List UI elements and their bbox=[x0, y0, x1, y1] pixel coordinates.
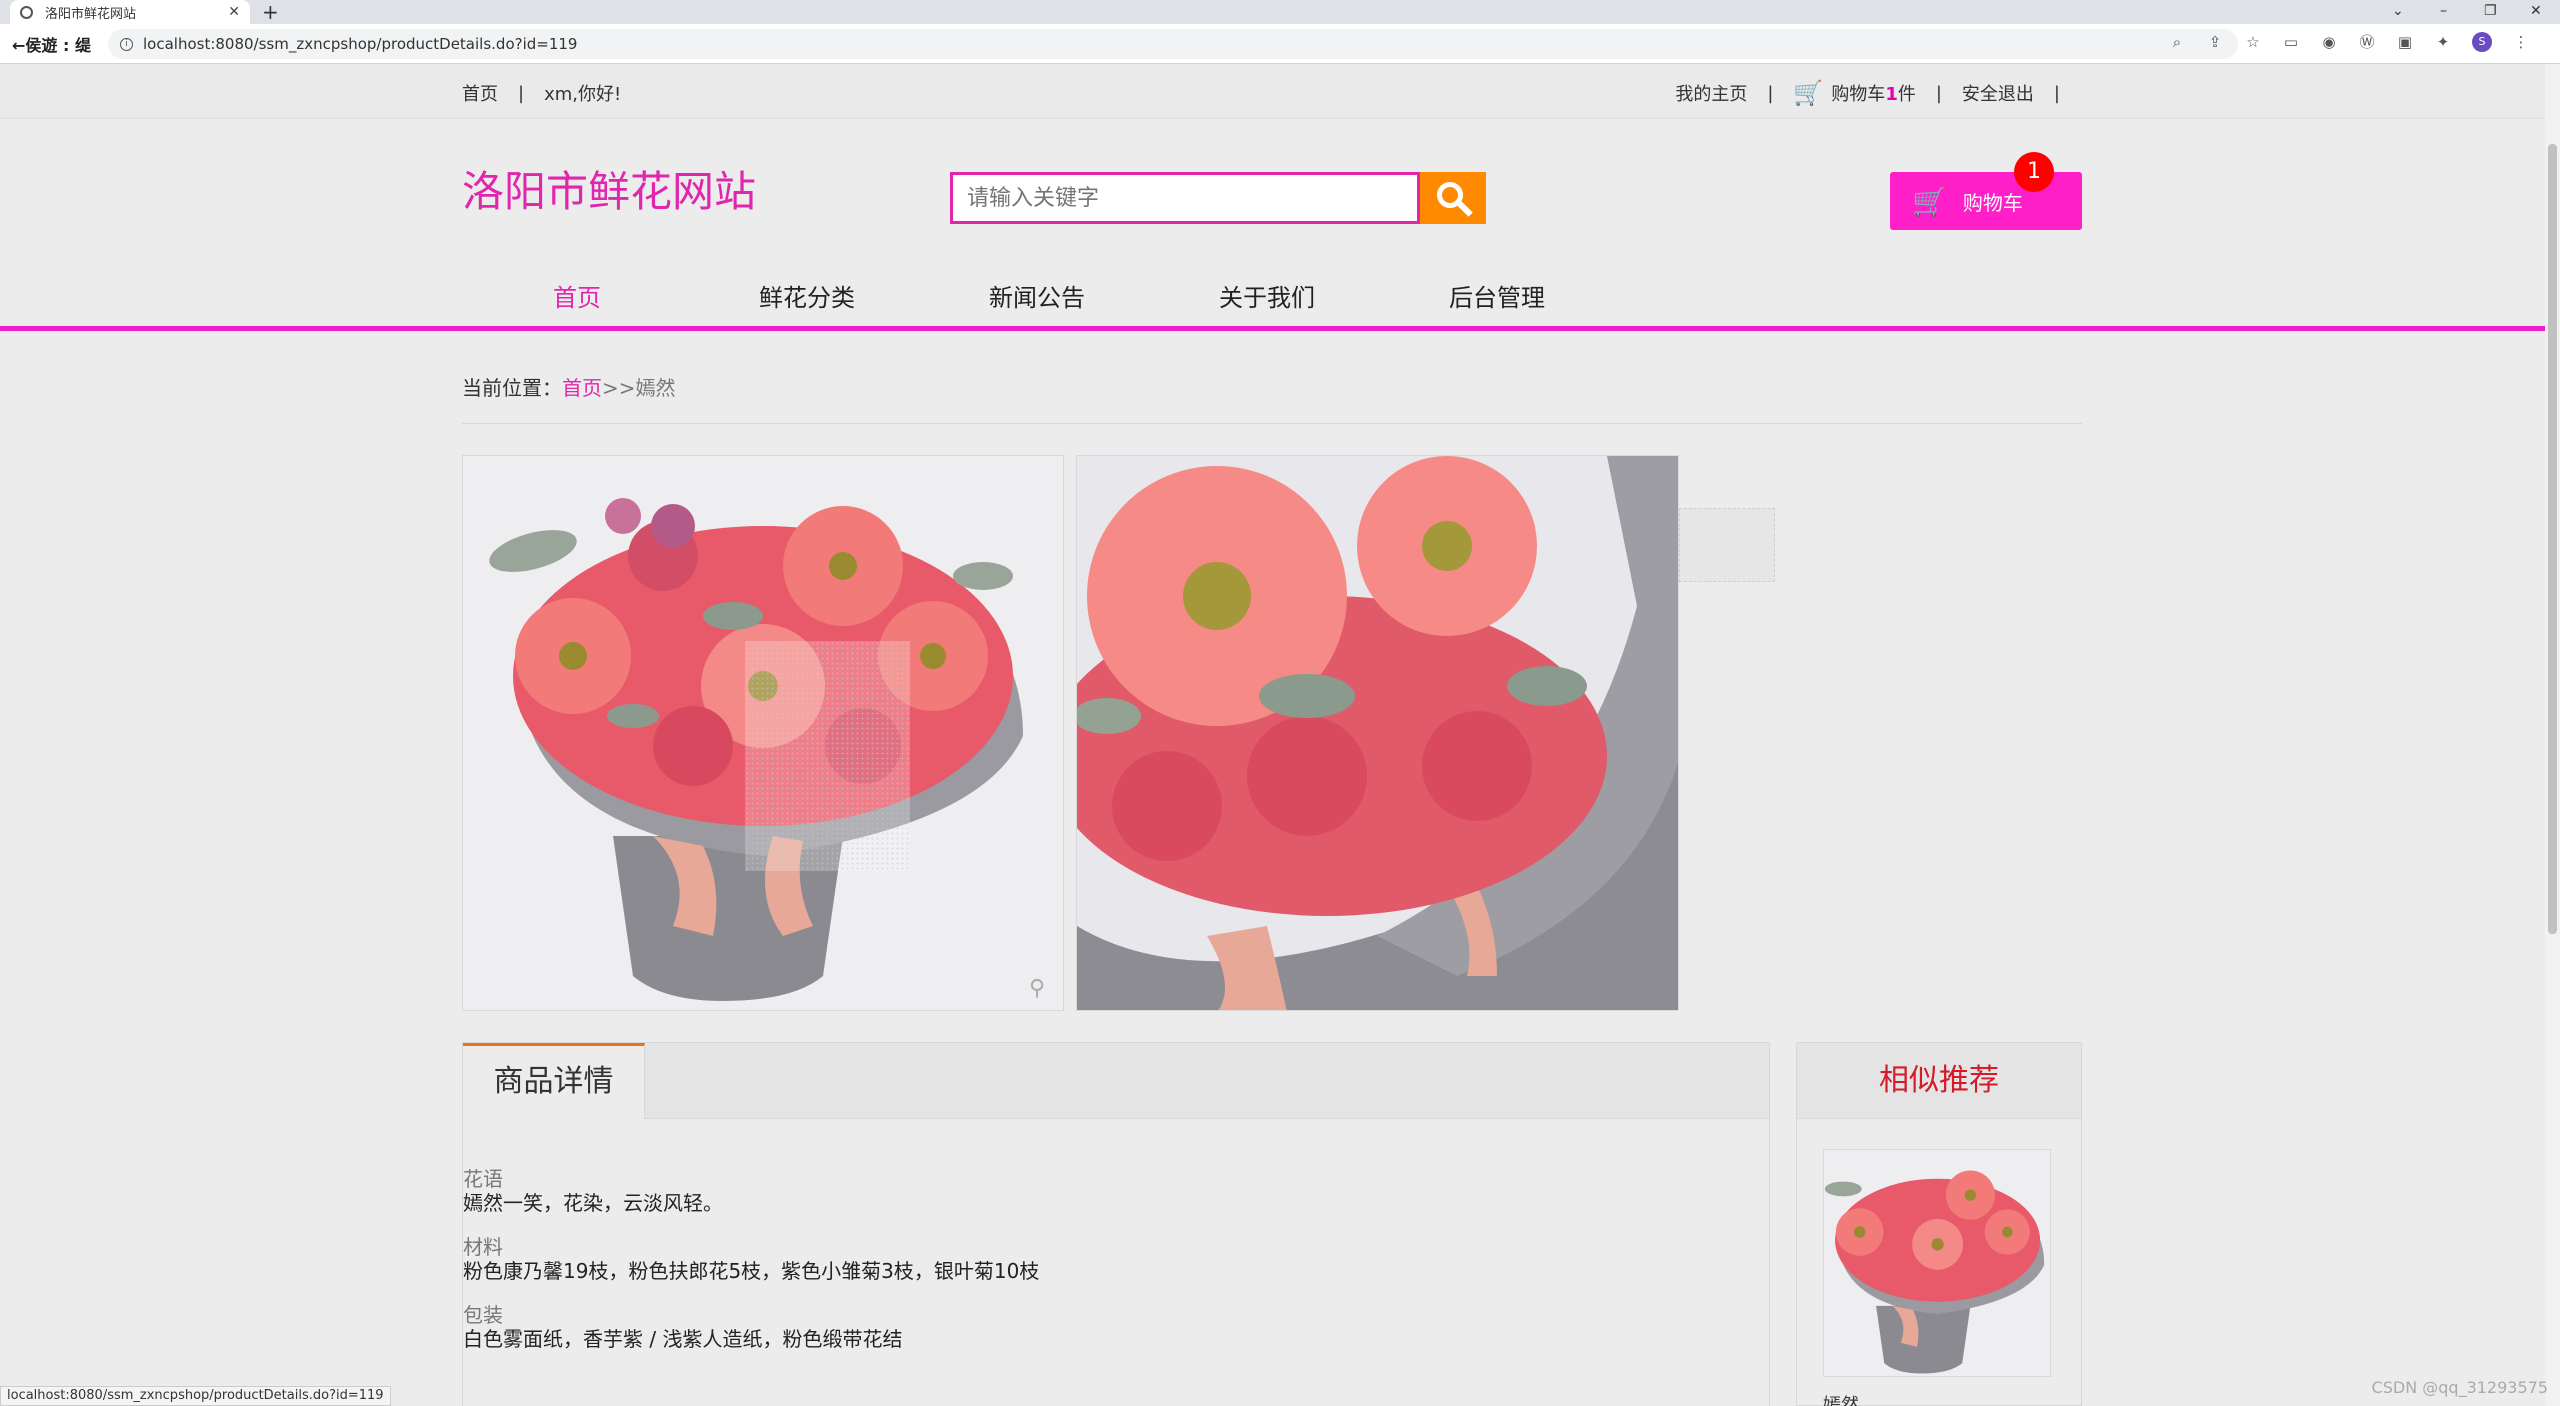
top-bar: 首页 | xm,你好! 我的主页 | 🛒 购物车1件 | 安全退出 | bbox=[0, 64, 2545, 119]
nav-about[interactable]: 关于我们 bbox=[1152, 278, 1382, 318]
site-logo[interactable]: 洛阳市鲜花网站 bbox=[462, 158, 756, 219]
search-input[interactable] bbox=[950, 172, 1420, 224]
bouquet-thumb-image bbox=[1824, 1150, 2050, 1376]
url-text: localhost:8080/ssm_zxncpshop/productDeta… bbox=[143, 35, 578, 53]
recommend-title: 相似推荐 bbox=[1797, 1043, 2081, 1119]
recommend-item-name[interactable]: 嫣然 bbox=[1823, 1391, 1859, 1406]
top-home-link[interactable]: 首页 bbox=[462, 80, 498, 106]
minimize-icon[interactable]: – bbox=[2440, 0, 2447, 24]
window-close-icon[interactable]: ✕ bbox=[2530, 0, 2542, 24]
detail-title-materials: 材料 bbox=[463, 1235, 503, 1259]
extension-icon[interactable]: ▭ bbox=[2282, 33, 2300, 51]
detail-title-flower-language: 花语 bbox=[463, 1167, 503, 1191]
browser-tab[interactable]: 洛阳市鲜花网站 ✕ bbox=[10, 0, 250, 24]
zoom-icon[interactable]: ⌕ bbox=[2168, 33, 2186, 51]
cart-button[interactable]: 🛒 购物车 bbox=[1890, 172, 2082, 230]
profile-avatar[interactable]: S bbox=[2472, 32, 2492, 52]
star-icon[interactable]: ☆ bbox=[2244, 33, 2262, 51]
detail-text-flower-language: 嫣然一笑，花染，云淡风轻。 bbox=[463, 1191, 723, 1215]
new-tab-button[interactable]: + bbox=[262, 0, 279, 24]
detail-title-packaging: 包装 bbox=[463, 1303, 503, 1327]
main-nav: 首页 鲜花分类 新闻公告 关于我们 后台管理 bbox=[462, 278, 2082, 318]
breadcrumb: 当前位置：首页>>嫣然 bbox=[462, 376, 676, 400]
detail-text-materials: 粉色康乃馨19枝，粉色扶郎花5枝，紫色小雏菊3枝，银叶菊10枝 bbox=[463, 1259, 1040, 1283]
puzzle-icon[interactable]: ✦ bbox=[2434, 33, 2452, 51]
breadcrumb-current: 嫣然 bbox=[635, 376, 676, 400]
similar-recommend-panel: 相似推荐 嫣然 bbox=[1796, 1042, 2082, 1406]
globe-icon bbox=[20, 5, 33, 19]
nav-home[interactable]: 首页 bbox=[462, 278, 692, 318]
word-icon[interactable]: Ⓦ bbox=[2358, 33, 2376, 51]
info-icon[interactable]: i bbox=[120, 37, 133, 51]
browser-toolbar: ⌕ ⇪ ☆ ▭ ◉ Ⓦ ▣ ✦ S ⋮ bbox=[2168, 32, 2530, 52]
cart-count-badge: 1 bbox=[2014, 152, 2054, 192]
image-icon[interactable]: ▣ bbox=[2396, 33, 2414, 51]
search-bar bbox=[950, 172, 1486, 224]
thumbnail-placeholder[interactable] bbox=[1679, 508, 1775, 582]
url-field[interactable]: i localhost:8080/ssm_zxncpshop/productDe… bbox=[108, 29, 2238, 59]
tab-title: 洛阳市鲜花网站 bbox=[45, 6, 137, 22]
cart-icon: 🛒 bbox=[1793, 79, 1824, 107]
tab-product-details[interactable]: 商品详情 bbox=[463, 1043, 645, 1119]
my-home-link[interactable]: 我的主页 bbox=[1675, 80, 1747, 106]
product-image[interactable]: ⚲ bbox=[462, 455, 1064, 1011]
browser-address-bar: ←侯遊 : 缇 i localhost:8080/ssm_zxncpshop/p… bbox=[0, 24, 2560, 64]
menu-icon[interactable]: ⋮ bbox=[2512, 33, 2530, 51]
chevron-down-icon[interactable]: ⌄ bbox=[2392, 0, 2404, 24]
detail-text-packaging: 白色雾面纸，香芋紫 / 浅紫人造纸，粉色缎带花结 bbox=[463, 1327, 903, 1351]
watermark: CSDN @qq_31293575 bbox=[2371, 1378, 2548, 1397]
zoom-in-icon[interactable]: ⚲ bbox=[1029, 978, 1051, 1000]
share-icon[interactable]: ⇪ bbox=[2206, 33, 2224, 51]
nav-divider bbox=[0, 326, 2545, 331]
camera-icon[interactable]: ◉ bbox=[2320, 33, 2338, 51]
back-button[interactable]: ←侯遊 : 缇 bbox=[12, 32, 102, 56]
close-icon[interactable]: ✕ bbox=[228, 4, 240, 20]
status-bar-url: localhost:8080/ssm_zxncpshop/productDeta… bbox=[0, 1386, 391, 1406]
browser-tab-bar: 洛阳市鲜花网站 ✕ + ⌄ – ❐ ✕ bbox=[0, 0, 2560, 24]
breadcrumb-home[interactable]: 首页 bbox=[562, 376, 602, 400]
bouquet-zoom-image bbox=[1077, 456, 1678, 1010]
nav-admin[interactable]: 后台管理 bbox=[1382, 278, 1612, 318]
recommend-item-image[interactable] bbox=[1823, 1149, 2051, 1377]
restore-icon[interactable]: ❐ bbox=[2484, 0, 2497, 24]
scrollbar-thumb[interactable] bbox=[2548, 144, 2557, 934]
page-content: 首页 | xm,你好! 我的主页 | 🛒 购物车1件 | 安全退出 | 洛阳市鲜… bbox=[0, 64, 2545, 1406]
search-icon bbox=[1437, 182, 1463, 208]
nav-flower-category[interactable]: 鲜花分类 bbox=[692, 278, 922, 318]
product-details-panel: 商品详情 花语 嫣然一笑，花染，云淡风轻。 材料 粉色康乃馨19枝，粉色扶郎花5… bbox=[462, 1042, 1770, 1406]
magnifier-lens[interactable] bbox=[745, 641, 910, 871]
product-zoom-view bbox=[1076, 455, 1679, 1011]
logout-link[interactable]: 安全退出 bbox=[1962, 80, 2034, 106]
user-greeting: xm,你好! bbox=[544, 84, 622, 105]
search-button[interactable] bbox=[1420, 172, 1486, 224]
top-cart-link[interactable]: 购物车1件 bbox=[1831, 80, 1916, 106]
page-scrollbar[interactable] bbox=[2545, 64, 2560, 1406]
nav-news[interactable]: 新闻公告 bbox=[922, 278, 1152, 318]
cart-icon: 🛒 bbox=[1912, 184, 1947, 218]
